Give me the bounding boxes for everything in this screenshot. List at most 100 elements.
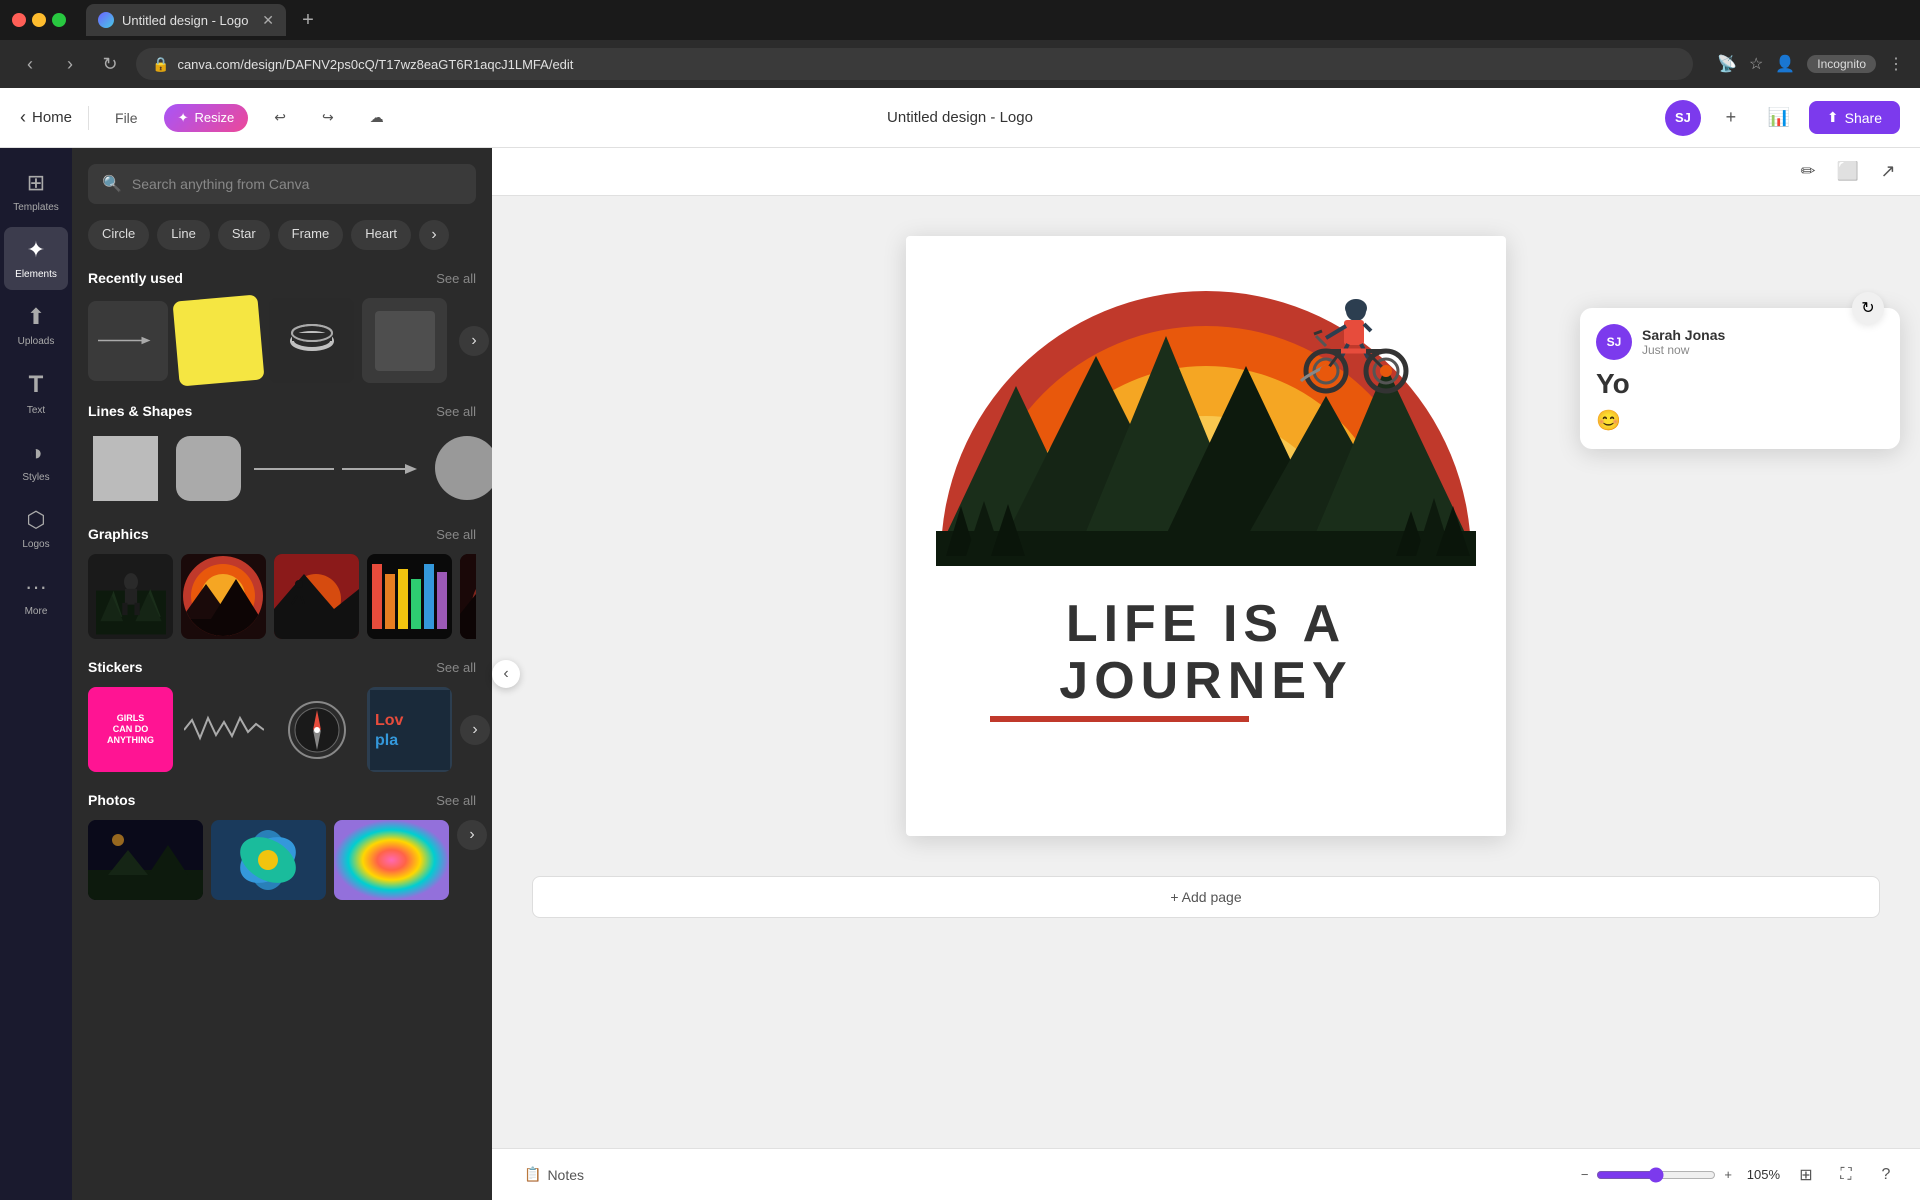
photos-see-all[interactable]: See all bbox=[436, 793, 476, 808]
plus-button[interactable]: + bbox=[1713, 100, 1749, 136]
graphic-hiker[interactable] bbox=[274, 554, 359, 639]
share-icon: ⬆ bbox=[1827, 109, 1839, 126]
help-button[interactable]: ? bbox=[1872, 1161, 1900, 1189]
toolbar-divider bbox=[88, 106, 89, 130]
save-button[interactable]: ☁ bbox=[360, 103, 394, 132]
photos-scroll-right[interactable]: › bbox=[457, 820, 487, 850]
recently-item-sticky-note[interactable] bbox=[172, 294, 264, 386]
chips-scroll-right[interactable]: › bbox=[419, 220, 449, 250]
forward-button[interactable]: › bbox=[56, 50, 84, 78]
graphic-sunset-mountain[interactable] bbox=[181, 554, 266, 639]
cast-icon[interactable]: 📡 bbox=[1717, 54, 1737, 74]
add-page-button[interactable]: + Add page bbox=[532, 876, 1880, 918]
tab-bar: Untitled design - Logo ✕ + bbox=[0, 0, 1920, 40]
shape-arrow-line[interactable] bbox=[342, 459, 422, 479]
shapes-grid: › bbox=[88, 431, 476, 506]
shape-square[interactable] bbox=[88, 431, 163, 506]
redo-button[interactable]: ↪ bbox=[312, 103, 344, 132]
photo-night-scene[interactable] bbox=[88, 820, 203, 900]
hide-panel-button[interactable]: ‹ bbox=[492, 660, 520, 688]
url-bar[interactable]: 🔒 canva.com/design/DAFNV2ps0cQ/T17wz8eaG… bbox=[136, 48, 1693, 80]
chip-circle[interactable]: Circle bbox=[88, 220, 149, 250]
chip-heart[interactable]: Heart bbox=[351, 220, 411, 250]
notes-button[interactable]: 📋 Notes bbox=[512, 1160, 596, 1189]
refresh-button[interactable]: ↻ bbox=[96, 50, 124, 78]
recently-item-arrow[interactable] bbox=[88, 301, 168, 381]
zoom-value: 105% bbox=[1740, 1167, 1780, 1182]
sidebar-item-styles[interactable]: ◑ Styles bbox=[4, 430, 68, 493]
recently-used-header: Recently used See all bbox=[88, 270, 476, 286]
sidebar-item-uploads[interactable]: ⬆ Uploads bbox=[4, 294, 68, 357]
share-button[interactable]: ⬆ Share bbox=[1809, 101, 1900, 134]
graphic-colorful-bars[interactable] bbox=[367, 554, 452, 639]
sticker-love-play[interactable]: Lov pla bbox=[367, 687, 452, 772]
zoom-out-icon[interactable]: − bbox=[1581, 1167, 1589, 1182]
bookmark-icon[interactable]: ☆ bbox=[1749, 54, 1763, 74]
sidebar-item-logos[interactable]: ⬡ Logos bbox=[4, 497, 68, 560]
comment-react-icon[interactable]: 😊 bbox=[1596, 408, 1884, 433]
sidebar-item-text[interactable]: T Text bbox=[4, 361, 68, 426]
graphic-red-sunset[interactable] bbox=[460, 554, 476, 639]
design-card: LIFE IS A JOURNEY bbox=[906, 236, 1506, 836]
user-avatar[interactable]: SJ bbox=[1665, 100, 1701, 136]
shape-rounded-square[interactable] bbox=[171, 431, 246, 506]
search-box: 🔍 bbox=[88, 164, 476, 204]
sticker-sound-wave[interactable] bbox=[181, 687, 266, 772]
chip-star[interactable]: Star bbox=[218, 220, 270, 250]
zoom-slider[interactable] bbox=[1596, 1167, 1716, 1183]
chip-frame[interactable]: Frame bbox=[278, 220, 344, 250]
sidebar-item-elements[interactable]: ✦ Elements bbox=[4, 227, 68, 290]
stickers-scroll-right[interactable]: › bbox=[460, 715, 490, 745]
sticker-girls-can[interactable]: GIRLSCAN DOANYTHING bbox=[88, 687, 173, 772]
journey-text[interactable]: LIFE IS A JOURNEY bbox=[936, 596, 1476, 710]
profile-icon[interactable]: 👤 bbox=[1775, 54, 1795, 74]
file-button[interactable]: File bbox=[105, 104, 148, 132]
recently-item-ring[interactable] bbox=[269, 298, 354, 383]
refresh-comment-icon[interactable]: ↻ bbox=[1852, 292, 1884, 324]
minimize-window-btn[interactable] bbox=[32, 13, 46, 27]
frame-tool-button[interactable]: ⬜ bbox=[1832, 156, 1864, 188]
home-button[interactable]: ‹ Home bbox=[20, 107, 72, 128]
templates-icon: ⊞ bbox=[27, 170, 45, 196]
grid-view-button[interactable]: ⊞ bbox=[1792, 1161, 1820, 1189]
photo-tie-dye[interactable] bbox=[334, 820, 449, 900]
app-toolbar: ‹ Home File ✦ Resize ↩ ↪ ☁ Untitled desi… bbox=[0, 88, 1920, 148]
graphic-bigfoot[interactable] bbox=[88, 554, 173, 639]
browser-actions: 📡 ☆ 👤 Incognito ⋮ bbox=[1717, 54, 1904, 74]
export-tool-button[interactable]: ↗ bbox=[1872, 156, 1904, 188]
graphics-see-all[interactable]: See all bbox=[436, 527, 476, 542]
edit-tool-button[interactable]: ✏ bbox=[1792, 156, 1824, 188]
sticker-compass[interactable] bbox=[274, 687, 359, 772]
tab-close-icon[interactable]: ✕ bbox=[262, 12, 274, 29]
undo-button[interactable]: ↩ bbox=[264, 103, 296, 132]
sidebar-item-templates[interactable]: ⊞ Templates bbox=[4, 160, 68, 223]
lines-shapes-see-all[interactable]: See all bbox=[436, 404, 476, 419]
fullscreen-button[interactable]: ⛶ bbox=[1832, 1161, 1860, 1189]
recently-used-see-all[interactable]: See all bbox=[436, 271, 476, 286]
photo-blue-flower[interactable] bbox=[211, 820, 326, 900]
zoom-in-icon[interactable]: + bbox=[1724, 1167, 1732, 1182]
resize-button[interactable]: ✦ Resize bbox=[164, 104, 249, 132]
recently-item-light[interactable] bbox=[362, 298, 447, 383]
maximize-window-btn[interactable] bbox=[52, 13, 66, 27]
chart-button[interactable]: 📊 bbox=[1761, 100, 1797, 136]
recently-scroll-right[interactable]: › bbox=[459, 326, 489, 356]
menu-icon[interactable]: ⋮ bbox=[1888, 54, 1904, 74]
address-bar: ‹ › ↻ 🔒 canva.com/design/DAFNV2ps0cQ/T17… bbox=[0, 40, 1920, 88]
motorbike-element[interactable] bbox=[1286, 286, 1446, 426]
close-window-btn[interactable] bbox=[12, 13, 26, 27]
shape-straight-line[interactable] bbox=[254, 459, 334, 479]
lines-shapes-section: Lines & Shapes See all bbox=[72, 395, 492, 518]
search-input[interactable] bbox=[132, 176, 462, 192]
new-tab-button[interactable]: + bbox=[294, 6, 322, 34]
undo-icon: ↩ bbox=[274, 109, 286, 126]
sidebar-item-more[interactable]: ··· More bbox=[4, 564, 68, 627]
back-button[interactable]: ‹ bbox=[16, 50, 44, 78]
bottom-bar: 📋 Notes − + 105% ⊞ ⛶ ? bbox=[492, 1148, 1920, 1200]
shape-circle[interactable] bbox=[430, 431, 492, 506]
chip-line[interactable]: Line bbox=[157, 220, 210, 250]
stickers-see-all[interactable]: See all bbox=[436, 660, 476, 675]
stickers-grid: GIRLSCAN DOANYTHING bbox=[88, 687, 476, 772]
browser-tab[interactable]: Untitled design - Logo ✕ bbox=[86, 4, 286, 36]
resize-label: Resize bbox=[194, 110, 234, 125]
